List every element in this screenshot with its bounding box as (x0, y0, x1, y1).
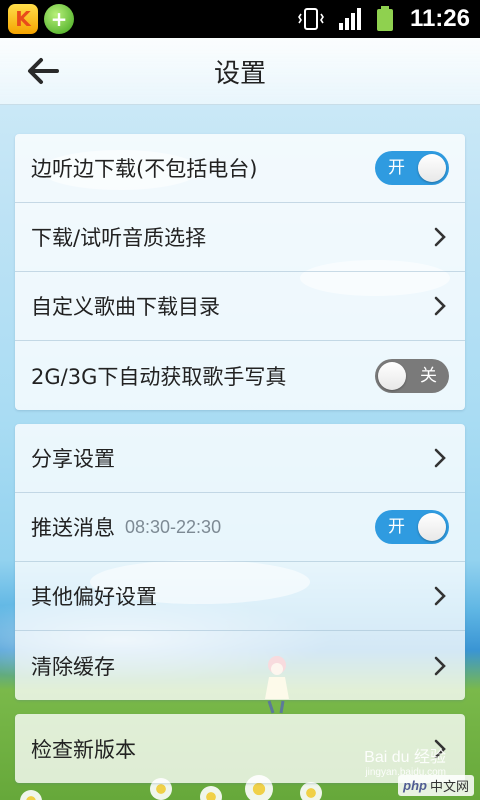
toggle-knob (378, 361, 406, 390)
setting-label: 其他偏好设置 (31, 585, 157, 609)
chevron-right-icon (431, 446, 449, 470)
toggle-state-label: 开 (388, 517, 405, 537)
setting-row-other-preferences[interactable]: 其他偏好设置 (15, 562, 465, 631)
settings-group-general: 分享设置 推送消息 08:30-22:30 开 其他偏好设置 清除缓存 (15, 424, 465, 700)
watermark-title: Bai du 经验 (364, 749, 446, 766)
php-cn-badge: php 中文网 (398, 775, 474, 796)
setting-label: 2G/3G下自动获取歌手写真 (31, 364, 287, 389)
toggle-switch[interactable]: 开 (375, 510, 449, 544)
setting-row-download-while-listening[interactable]: 边听边下载(不包括电台) 开 (15, 134, 465, 203)
clock-time: 11:26 (409, 5, 470, 32)
setting-row-share[interactable]: 分享设置 (15, 424, 465, 493)
setting-row-clear-cache[interactable]: 清除缓存 (15, 631, 465, 700)
kuwo-k-icon: K (8, 4, 38, 34)
toggle-switch[interactable]: 开 (375, 151, 449, 185)
setting-row-push-notifications[interactable]: 推送消息 08:30-22:30 开 (15, 493, 465, 562)
signal-icon (338, 8, 361, 30)
setting-row-download-directory[interactable]: 自定义歌曲下载目录 (15, 272, 465, 341)
settings-group-download: 边听边下载(不包括电台) 开 下载/试听音质选择 自定义歌曲下载目录 2G/3G… (15, 134, 465, 410)
title-bar: 设置 (0, 38, 480, 105)
status-bar: K + 11:26 (0, 0, 480, 38)
setting-label: 推送消息 (31, 516, 115, 540)
toggle-state-label: 关 (420, 365, 437, 386)
php-logo-text: php (403, 778, 427, 793)
page-title: 设置 (213, 58, 266, 89)
setting-row-audio-quality[interactable]: 下载/试听音质选择 (15, 203, 465, 272)
toggle-knob (418, 513, 446, 541)
toggle-knob (418, 154, 446, 182)
setting-label: 自定义歌曲下载目录 (31, 295, 220, 319)
add-plus-icon: + (44, 4, 74, 34)
setting-label: 边听边下载(不包括电台) (31, 157, 258, 181)
toggle-switch[interactable]: 关 (375, 358, 449, 393)
vibrate-icon (297, 8, 324, 30)
back-button[interactable] (18, 48, 68, 94)
chevron-right-icon (431, 294, 449, 318)
php-badge-text: 中文网 (429, 780, 469, 795)
chevron-right-icon (431, 225, 449, 249)
back-arrow-icon (28, 58, 59, 84)
push-time-range: 08:30-22:30 (125, 516, 222, 537)
setting-label: 清除缓存 (31, 654, 115, 679)
chevron-right-icon (431, 584, 449, 608)
baidu-jingyan-watermark: Bai du 经验 jingyan.baidu.com (364, 743, 446, 778)
setting-label: 检查新版本 (31, 737, 136, 762)
battery-icon (376, 6, 393, 31)
setting-label: 分享设置 (31, 447, 115, 471)
toggle-state-label: 开 (388, 158, 405, 178)
setting-label: 下载/试听音质选择 (31, 226, 207, 250)
chevron-right-icon (431, 654, 449, 678)
setting-row-auto-artist-photo[interactable]: 2G/3G下自动获取歌手写真 关 (15, 341, 465, 410)
